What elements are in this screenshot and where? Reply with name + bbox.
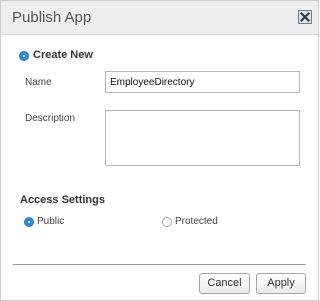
description-field[interactable]: [105, 110, 300, 166]
create-new-label: Create New: [33, 49, 93, 61]
protected-label: Protected: [175, 216, 218, 227]
access-settings-heading: Access Settings: [20, 194, 105, 206]
public-label: Public: [37, 216, 65, 227]
cancel-button[interactable]: Cancel: [199, 273, 250, 294]
protected-radio[interactable]: [162, 217, 172, 227]
publish-app-dialog: Publish App Create New Name EmployeeDire…: [0, 0, 319, 301]
dialog-titlebar: Publish App: [1, 1, 318, 35]
name-field[interactable]: EmployeeDirectory: [105, 71, 300, 93]
apply-button[interactable]: Apply: [256, 273, 306, 294]
dialog-title: Publish App: [12, 9, 92, 26]
close-icon[interactable]: [298, 10, 312, 24]
public-radio[interactable]: [24, 217, 34, 227]
name-label: Name: [25, 77, 52, 88]
description-label: Description: [25, 113, 76, 124]
footer-divider: [13, 264, 306, 265]
create-new-radio[interactable]: [19, 51, 29, 61]
